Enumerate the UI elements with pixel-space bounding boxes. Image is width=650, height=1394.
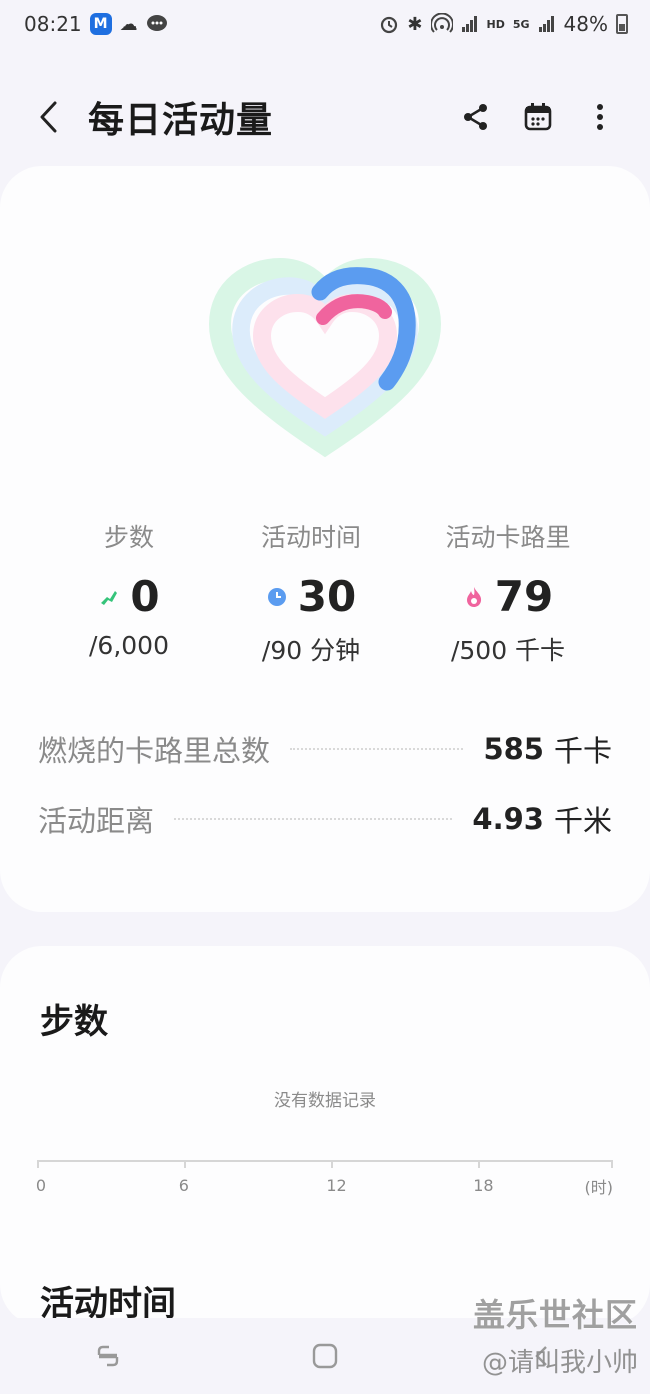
axis-tick (477, 1160, 480, 1168)
metric-active-time: 活动时间 30 /90 分钟 (226, 518, 396, 667)
axis-label-18: 18 (473, 1176, 494, 1195)
signal-icon-2 (538, 16, 554, 32)
recents-icon (98, 1345, 119, 1367)
hotspot-icon (430, 13, 453, 33)
calendar-icon (524, 103, 552, 131)
more-icon (597, 104, 603, 130)
battery-percent: 48% (563, 12, 608, 36)
status-time: 08:21 (24, 12, 82, 36)
axis-tick (183, 1160, 186, 1168)
metric-steps: 步数 0 /6,000 (44, 518, 214, 660)
page-title: 每日活动量 (88, 100, 274, 141)
axis-label-0: 0 (35, 1176, 47, 1195)
stat-active-distance-label: 活动距离 (38, 804, 155, 838)
back-icon (40, 101, 57, 133)
metric-active-time-label: 活动时间 (260, 523, 361, 552)
metric-calories-goal: /500 千卡 (450, 636, 566, 665)
header-actions (450, 91, 626, 143)
heart-rings-chart (205, 254, 445, 464)
activity-summary-card: 步数 0 /6,000 活动时间 30 /90 分钟 活动卡路里 79 /500… (0, 166, 650, 912)
hd-indicator: HD (486, 17, 505, 31)
stat-total-calories-unit: 千卡 (553, 734, 612, 768)
metric-calories-value-row: 79 (418, 572, 598, 621)
metric-steps-label: 步数 (103, 523, 154, 552)
clock-icon (266, 586, 288, 608)
more-options-button[interactable] (574, 91, 626, 143)
stat-total-calories: 燃烧的卡路里总数 585 千卡 (38, 728, 612, 770)
home-button[interactable] (295, 1326, 355, 1386)
hour-axis: 0 6 12 18 (时) (36, 1160, 613, 1197)
signal-icon (461, 16, 477, 32)
alarm-icon (381, 16, 398, 34)
metric-active-time-value: 30 (297, 572, 357, 621)
app-header: 每日活动量 (0, 72, 650, 162)
5g-indicator: 5G (512, 17, 530, 31)
axis-label-6: 6 (178, 1176, 189, 1195)
status-bar: 08:21 M ☁ ✱ HD 5G 48% (0, 0, 650, 48)
steps-chart-card[interactable]: 步数 没有数据记录 0 6 12 18 (时) (0, 946, 650, 1326)
watermark-line2: @请叫我小帅 (481, 1348, 638, 1378)
metric-calories-label: 活动卡路里 (445, 523, 571, 552)
axis-tick (610, 1160, 613, 1168)
axis-tick (330, 1160, 333, 1168)
flame-icon (463, 586, 485, 608)
watermark-line1: 盖乐世社区 (472, 1296, 638, 1334)
activity-rings-heart (205, 254, 445, 464)
status-right: ✱ HD 5G 48% (379, 12, 628, 36)
recents-button[interactable] (78, 1326, 138, 1386)
stat-active-distance-unit: 千米 (553, 804, 612, 838)
stat-active-distance-value: 4.93 (472, 802, 544, 836)
app-notification-icon: M (89, 13, 112, 35)
share-icon (464, 104, 487, 130)
cloud-sync-icon: ☁ (119, 13, 138, 35)
dotted-leader (174, 818, 453, 820)
steps-section-title: 步数 (40, 1002, 108, 1042)
community-watermark: 盖乐世社区 @请叫我小帅 (473, 1290, 638, 1379)
stat-active-distance: 活动距离 4.93 千米 (38, 798, 612, 840)
stat-total-calories-value: 585 (483, 732, 544, 766)
status-left: 08:21 M ☁ (24, 12, 168, 36)
axis-line (37, 1160, 613, 1162)
calendar-button[interactable] (512, 91, 564, 143)
axis-unit-label: (时) (584, 1178, 614, 1197)
stat-total-calories-label: 燃烧的卡路里总数 (38, 734, 271, 768)
battery-icon (616, 14, 628, 34)
metric-calories: 活动卡路里 79 /500 千卡 (418, 518, 598, 667)
no-data-message: 没有数据记录 (274, 1091, 376, 1111)
home-icon (312, 1343, 338, 1369)
metric-active-time-goal: /90 分钟 (261, 636, 361, 665)
back-button[interactable] (24, 92, 74, 142)
message-icon (146, 15, 167, 31)
axis-tick (37, 1160, 39, 1168)
dotted-leader (290, 748, 464, 750)
metric-active-time-value-row: 30 (226, 572, 396, 621)
metric-steps-value: 0 (130, 572, 160, 621)
metric-steps-goal: /6,000 (89, 631, 169, 660)
shoe-icon (98, 586, 120, 608)
share-button[interactable] (450, 91, 502, 143)
bluetooth-icon: ✱ (407, 13, 423, 35)
metric-calories-value: 79 (494, 572, 554, 621)
metric-steps-value-row: 0 (44, 572, 214, 621)
axis-label-12: 12 (326, 1176, 347, 1195)
